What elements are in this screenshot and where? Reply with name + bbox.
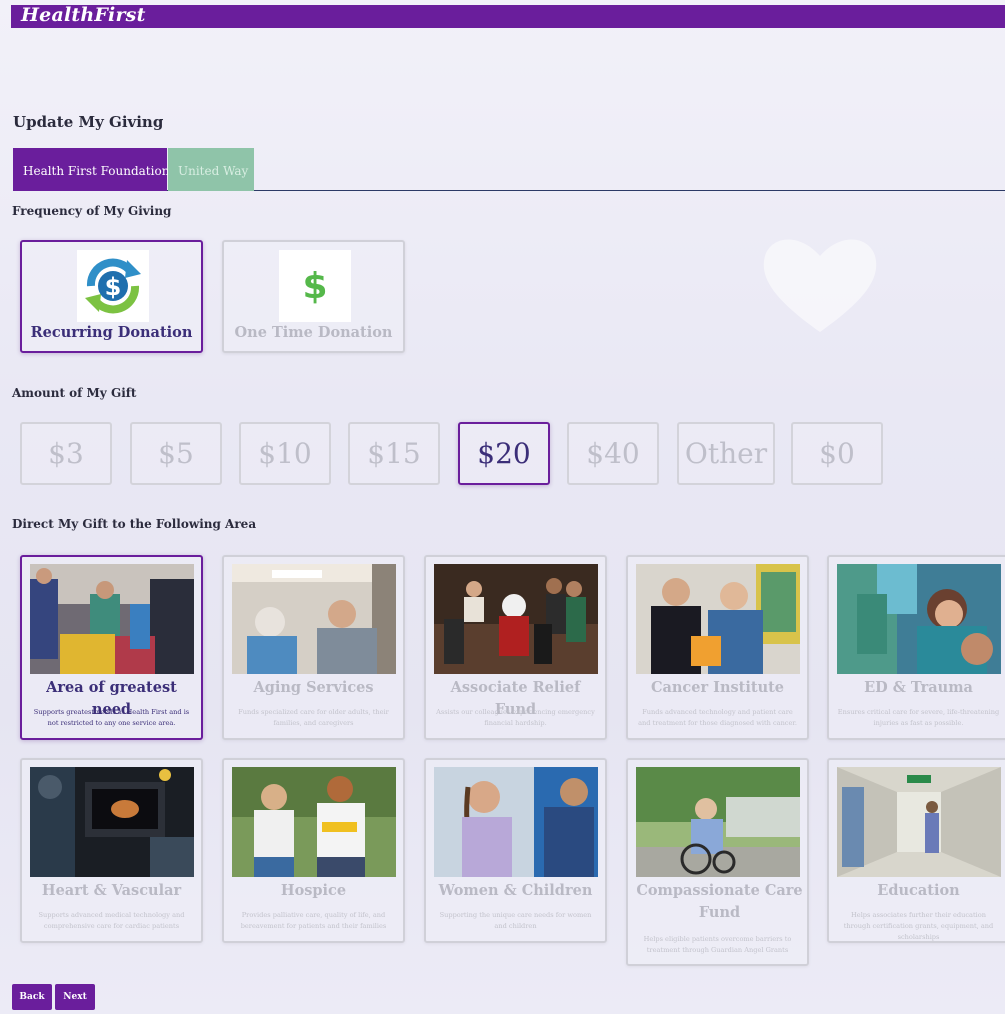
area-ed-trauma-image (837, 564, 1001, 674)
area-women-children-title: Women & Children (438, 882, 593, 899)
area-greatest-need-card[interactable]: Area of greatest need Supports greatest … (20, 555, 203, 740)
heart-decoration-icon (763, 239, 877, 332)
area-hospice-card[interactable]: Hospice Provides palliative care, qualit… (222, 758, 405, 943)
area-hospice-title: Hospice (280, 882, 347, 899)
area-education-desc: Helps associates further their education… (843, 911, 994, 941)
area-aging-services-card[interactable]: Aging Services Funds specialized care fo… (222, 555, 405, 740)
area-compassionate-care-desc: Helps eligible patients overcome barrier… (643, 935, 792, 954)
amount-40-button[interactable]: $40 (567, 422, 659, 485)
amount-other-button[interactable]: Other (677, 422, 775, 485)
amount-20-button[interactable]: $20 (458, 422, 550, 485)
area-associate-relief-desc: Assists our colleagues experiencing emer… (436, 708, 595, 727)
one-time-donation-option[interactable]: $ One Time Donation (222, 240, 405, 353)
area-cancer-institute-title: Cancer Institute (650, 679, 785, 696)
area-cancer-institute-image (636, 564, 800, 674)
area-greatest-need-image (30, 564, 194, 674)
recurring-donation-option[interactable]: $ Recurring Donation (20, 240, 203, 353)
area-women-children-image (434, 767, 598, 877)
dollar-icon: $ (279, 250, 351, 322)
amount-5-button[interactable]: $5 (130, 422, 222, 485)
area-aging-services-title: Aging Services (253, 679, 374, 696)
area-hospice-desc: Provides palliative care, quality of lif… (240, 911, 387, 930)
recurring-dollar-icon: $ (77, 250, 149, 322)
back-button[interactable]: Back (12, 984, 52, 1010)
area-greatest-need-desc: Supports greatest needs at Health First … (33, 708, 190, 727)
areas-label: Direct My Gift to the Following Area (12, 517, 257, 531)
amount-3-button[interactable]: $3 (20, 422, 112, 485)
amount-label: Amount of My Gift (12, 386, 137, 400)
svg-text:$: $ (105, 273, 122, 301)
amount-0-button[interactable]: $0 (791, 422, 883, 485)
recurring-donation-label: Recurring Donation (30, 324, 193, 341)
area-education-card[interactable]: Education Helps associates further their… (827, 758, 1005, 943)
page-title: Update My Giving (13, 113, 164, 131)
area-associate-relief-image (434, 564, 598, 674)
area-compassionate-care-title: Compassionate Care Fund (636, 882, 803, 921)
area-cancer-institute-desc: Funds advanced technology and patient ca… (638, 708, 797, 727)
area-women-children-card[interactable]: Women & Children Supporting the unique c… (424, 758, 607, 943)
tab-health-first-foundation[interactable]: Health First Foundation (13, 148, 169, 191)
area-ed-trauma-card[interactable]: ED & Trauma Ensures critical care for se… (827, 555, 1005, 740)
area-cancer-institute-card[interactable]: Cancer Institute Funds advanced technolo… (626, 555, 809, 740)
area-heart-vascular-desc: Supports advanced medical technology and… (38, 911, 185, 930)
amount-15-button[interactable]: $15 (348, 422, 440, 485)
area-aging-services-desc: Funds specialized care for older adults,… (238, 708, 389, 727)
next-button[interactable]: Next (55, 984, 95, 1010)
area-hospice-image (232, 767, 396, 877)
amount-10-button[interactable]: $10 (239, 422, 331, 485)
area-education-title: Education (877, 882, 960, 899)
area-ed-trauma-title: ED & Trauma (864, 679, 973, 696)
area-heart-vascular-image (30, 767, 194, 877)
tab-bar: Health First Foundation United Way (13, 148, 1005, 191)
area-heart-vascular-title: Heart & Vascular (41, 882, 182, 899)
frequency-label: Frequency of My Giving (12, 204, 172, 218)
area-aging-services-image (232, 564, 396, 674)
svg-text:$: $ (302, 266, 327, 307)
logo: HealthFirst (21, 4, 146, 26)
area-ed-trauma-desc: Ensures critical care for severe, life-t… (837, 708, 1000, 727)
top-bar: HealthFirst (11, 4, 1005, 28)
area-compassionate-care-card[interactable]: Compassionate Care Fund Helps eligible p… (626, 758, 809, 966)
area-women-children-desc: Supporting the unique care needs for wom… (439, 911, 592, 930)
one-time-donation-label: One Time Donation (234, 324, 393, 341)
area-compassionate-care-image (636, 767, 800, 877)
area-associate-relief-card[interactable]: Associate Relief Fund Assists our collea… (424, 555, 607, 740)
tab-united-way[interactable]: United Way (168, 148, 254, 191)
area-education-image (837, 767, 1001, 877)
area-heart-vascular-card[interactable]: Heart & Vascular Supports advanced medic… (20, 758, 203, 943)
